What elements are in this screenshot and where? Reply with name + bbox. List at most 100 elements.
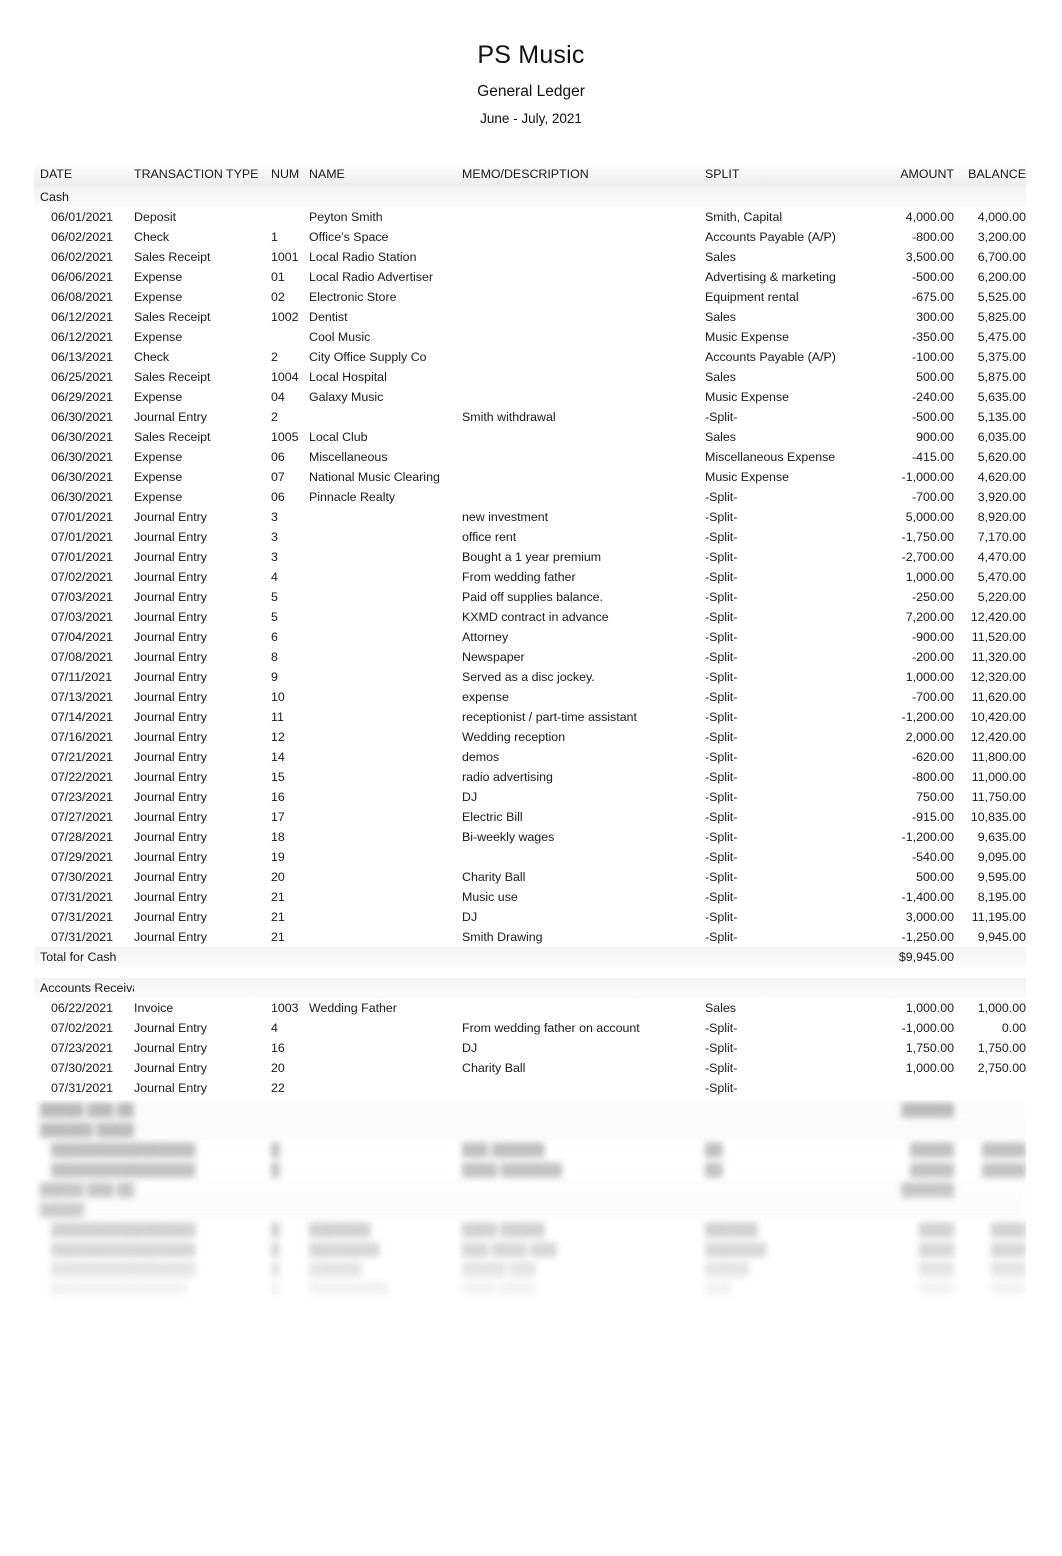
cell-split: Sales xyxy=(705,1001,736,1015)
cell-name xyxy=(309,1140,462,1160)
cell-balance: 5,875.00 xyxy=(977,370,1026,384)
cell-date: 07/31/2021 xyxy=(51,890,114,904)
table-row: 07/28/2021 Journal Entry 18 Bi-weekly wages… xyxy=(34,827,1026,847)
cell-balance: 11,800.00 xyxy=(971,750,1026,764)
cell-memo: Bi-weekly wages xyxy=(462,830,555,844)
table-row: 07/23/2021 Journal Entry 16 DJ -Split- 1,750.… xyxy=(34,1038,1026,1058)
cell-type: Journal Entry xyxy=(134,890,208,904)
cell-num: 21 xyxy=(271,910,285,924)
cell-memo: Electric Bill xyxy=(462,810,523,824)
cell-amount: -200.00 xyxy=(911,650,954,664)
cell-memo: Smith Drawing xyxy=(462,930,543,944)
cell-name xyxy=(309,978,462,998)
cell-memo: Paid off supplies balance. xyxy=(462,590,603,604)
cell-date: █████ xyxy=(34,1200,134,1220)
cell-type: Check xyxy=(134,230,170,244)
cell-date: 06/30/2021 xyxy=(51,490,114,504)
cell-memo: demos xyxy=(462,750,500,764)
cell-date: 06/12/2021 xyxy=(51,310,114,324)
cell-balance: 5,220.00 xyxy=(977,590,1026,604)
cell-balance: 5,825.00 xyxy=(977,310,1026,324)
cell-memo xyxy=(462,387,705,407)
cell-amount: -620.00 xyxy=(911,750,954,764)
cell-date: 07/21/2021 xyxy=(51,750,114,764)
cell-num: 3 xyxy=(271,550,278,564)
cell-split: -Split- xyxy=(705,930,738,944)
cell-balance: 10,420.00 xyxy=(970,710,1026,724)
cell-memo: Bought a 1 year premium xyxy=(462,550,602,564)
cell-num: 11 xyxy=(271,710,284,724)
obscured-row: █████ ███ ██████ ██████ xyxy=(34,1180,1026,1200)
cell-memo: receptionist / part-time assistant xyxy=(462,710,637,724)
table-row: 06/12/2021 Expense Cool Music Music Expense… xyxy=(34,327,1026,347)
cell-balance: 9,945.00 xyxy=(977,930,1026,944)
cell-balance: 1,000.00 xyxy=(977,1001,1026,1015)
cell-date: 07/01/2021 xyxy=(51,550,114,564)
cell-split: Advertising & marketing xyxy=(705,270,836,284)
cell-split xyxy=(705,978,862,998)
cell-balance xyxy=(954,1180,1026,1200)
cell-num: 1001 xyxy=(271,250,299,264)
cell-num xyxy=(271,947,309,968)
cell-type: Expense xyxy=(134,490,183,504)
cell-date: 07/03/2021 xyxy=(51,590,114,604)
cell-num: █ xyxy=(271,1263,280,1277)
cell-date: 06/02/2021 xyxy=(51,230,114,244)
cell-balance xyxy=(954,1200,1026,1220)
table-row: 06/22/2021 Invoice 1003 Wedding Father Sales… xyxy=(34,998,1026,1018)
cell-date: 06/30/2021 xyxy=(51,430,114,444)
table-row: 07/29/2021 Journal Entry 19 -Split- -540.00 9… xyxy=(34,847,1026,867)
general-ledger-table-wrapper: DATE TRANSACTION TYPE NUM NAME MEMO/DESC… xyxy=(34,162,1026,1098)
cell-amount: ████ xyxy=(918,1223,954,1237)
cell-balance: █████ xyxy=(982,1163,1026,1177)
obscured-row: ██████ █████ xyxy=(34,1120,1026,1140)
cell-name xyxy=(309,887,462,907)
cell-balance: 9,635.00 xyxy=(977,830,1026,844)
cell-num xyxy=(271,1200,309,1220)
cell-balance: 2,750.00 xyxy=(977,1061,1026,1075)
cell-num xyxy=(271,1100,309,1120)
cell-memo: ███ ████ ███ xyxy=(462,1243,557,1257)
cell-split: -Split- xyxy=(705,570,738,584)
column-header-split: SPLIT xyxy=(705,162,862,187)
cell-num: 07 xyxy=(271,470,285,484)
cell-split: -Split- xyxy=(705,730,738,744)
cell-num: █ xyxy=(271,1143,280,1157)
cell-split: Equipment rental xyxy=(705,290,799,304)
cell-memo xyxy=(462,207,705,227)
cell-balance: 9,595.00 xyxy=(977,870,1026,884)
cell-date: 07/14/2021 xyxy=(51,710,114,724)
cell-num: 5 xyxy=(271,610,278,624)
cell-num: 3 xyxy=(271,530,278,544)
cell-balance: 5,135.00 xyxy=(977,410,1026,424)
cell-type: Journal Entry xyxy=(134,730,208,744)
table-row: 07/01/2021 Journal Entry 3 new investment -S… xyxy=(34,507,1026,527)
cell-num: 21 xyxy=(271,890,285,904)
cell-date: 07/03/2021 xyxy=(51,610,114,624)
cell-type xyxy=(134,947,271,968)
cell-split: -Split- xyxy=(705,650,738,664)
cell-amount: -700.00 xyxy=(911,690,954,704)
table-row: 06/30/2021 Expense 06 Miscellaneous Miscella… xyxy=(34,447,1026,467)
table-row: 06/30/2021 Expense 07 National Music Cleari… xyxy=(34,467,1026,487)
cell-date: 07/16/2021 xyxy=(51,730,114,744)
cell-num xyxy=(271,978,309,998)
cell-split: -Split- xyxy=(705,710,738,724)
table-row: 06/02/2021 Sales Receipt 1001 Local Radio S… xyxy=(34,247,1026,267)
cell-num: 22 xyxy=(271,1081,285,1095)
cell-name xyxy=(309,527,462,547)
cell-name xyxy=(309,727,462,747)
cell-type: Journal Entry xyxy=(134,790,208,804)
cell-memo xyxy=(462,998,705,1018)
cell-name xyxy=(309,567,462,587)
cell-split: -Split- xyxy=(705,690,738,704)
cell-num: 4 xyxy=(271,1021,278,1035)
cell-memo: KXMD contract in advance xyxy=(462,610,609,624)
column-header-amount: AMOUNT xyxy=(862,162,954,187)
cell-split: Sales xyxy=(705,310,736,324)
cell-type: Journal Entry xyxy=(134,530,208,544)
cell-split: -Split- xyxy=(705,850,738,864)
cell-balance: 6,035.00 xyxy=(977,430,1026,444)
cell-type: ███████ xyxy=(134,1263,196,1277)
cell-num: 1005 xyxy=(271,430,299,444)
